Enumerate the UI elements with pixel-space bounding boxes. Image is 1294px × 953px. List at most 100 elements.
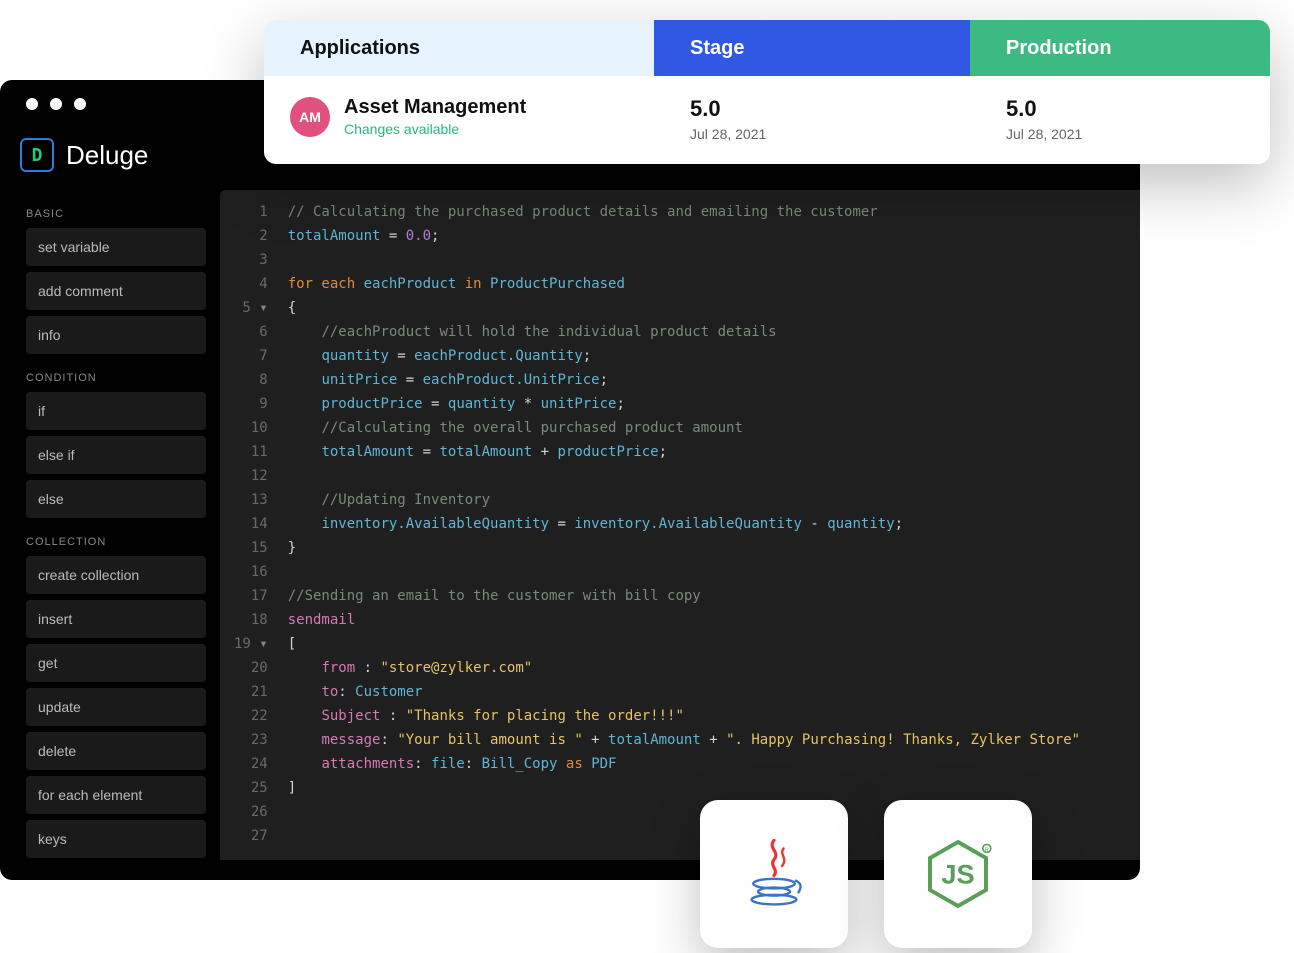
node-card[interactable]: JS R — [884, 800, 1032, 948]
brand-icon: D — [20, 138, 54, 172]
sidebar-item-get[interactable]: get — [26, 644, 206, 682]
sidebar-item-insert[interactable]: insert — [26, 600, 206, 638]
line-number: 11 — [234, 440, 268, 464]
app-name: Asset Management — [344, 96, 526, 119]
traffic-light-max-icon[interactable] — [74, 98, 86, 110]
line-number: 26 — [234, 800, 268, 824]
deployment-header: Applications Stage Production — [264, 20, 1270, 76]
line-number: 25 — [234, 776, 268, 800]
java-icon — [734, 834, 814, 914]
header-applications: Applications — [264, 20, 654, 76]
editor-body: BASICset variableadd commentinfoCONDITIO… — [0, 190, 1140, 860]
stage-cell: 5.0 Jul 28, 2021 — [654, 96, 970, 142]
line-number: 14 — [234, 512, 268, 536]
header-stage: Stage — [654, 20, 970, 76]
line-number: 27 — [234, 824, 268, 848]
line-number: 16 — [234, 560, 268, 584]
code-line[interactable]: to: Customer — [288, 680, 1080, 704]
code-line[interactable] — [288, 464, 1080, 488]
brand-name: Deluge — [66, 140, 148, 171]
line-number: 15 — [234, 536, 268, 560]
line-number: 3 — [234, 248, 268, 272]
code-line[interactable] — [288, 248, 1080, 272]
code-line[interactable]: attachments: file: Bill_Copy as PDF — [288, 752, 1080, 776]
java-card[interactable] — [700, 800, 848, 948]
line-number: 24 — [234, 752, 268, 776]
code-line[interactable]: for each eachProduct in ProductPurchased — [288, 272, 1080, 296]
line-number: 5 — [234, 296, 268, 320]
line-number: 4 — [234, 272, 268, 296]
production-version: 5.0 — [1006, 96, 1270, 122]
sidebar: BASICset variableadd commentinfoCONDITIO… — [0, 190, 220, 860]
code-line[interactable]: //Updating Inventory — [288, 488, 1080, 512]
code-line[interactable]: sendmail — [288, 608, 1080, 632]
code-line[interactable]: //Sending an email to the customer with … — [288, 584, 1080, 608]
line-number: 9 — [234, 392, 268, 416]
sidebar-section-title: COLLECTION — [26, 536, 206, 548]
line-number: 6 — [234, 320, 268, 344]
code-line[interactable]: message: "Your bill amount is " + totalA… — [288, 728, 1080, 752]
sidebar-item-delete[interactable]: delete — [26, 732, 206, 770]
sidebar-item-if[interactable]: if — [26, 392, 206, 430]
code-content[interactable]: // Calculating the purchased product det… — [276, 190, 1092, 860]
deployment-card: Applications Stage Production AM Asset M… — [264, 20, 1270, 164]
line-number: 1 — [234, 200, 268, 224]
line-number: 22 — [234, 704, 268, 728]
stage-date: Jul 28, 2021 — [690, 126, 970, 142]
code-line[interactable]: //eachProduct will hold the individual p… — [288, 320, 1080, 344]
app-badge: AM — [290, 97, 330, 137]
svg-text:JS: JS — [941, 859, 974, 890]
line-number: 2 — [234, 224, 268, 248]
line-number: 8 — [234, 368, 268, 392]
line-number: 20 — [234, 656, 268, 680]
code-line[interactable]: //Calculating the overall purchased prod… — [288, 416, 1080, 440]
application-cell: AM Asset Management Changes available — [264, 96, 654, 137]
sidebar-item-keys[interactable]: keys — [26, 820, 206, 858]
editor-window: D Deluge BASIC set variable add comment inf… — [0, 80, 1140, 880]
code-line[interactable]: unitPrice = eachProduct.UnitPrice; — [288, 368, 1080, 392]
code-editor[interactable]: 1234567891011121314151617181920212223242… — [220, 190, 1140, 860]
code-line[interactable]: inventory.AvailableQuantity = inventory.… — [288, 512, 1080, 536]
code-line[interactable]: } — [288, 536, 1080, 560]
production-date: Jul 28, 2021 — [1006, 126, 1270, 142]
code-line[interactable]: // Calculating the purchased product det… — [288, 200, 1080, 224]
code-line[interactable] — [288, 560, 1080, 584]
code-line[interactable]: totalAmount = 0.0; — [288, 224, 1080, 248]
sidebar-section-title: BASIC — [26, 208, 206, 220]
sidebar-item-for-each-element[interactable]: for each element — [26, 776, 206, 814]
app-status: Changes available — [344, 121, 526, 137]
line-number: 19 — [234, 632, 268, 656]
line-number: 23 — [234, 728, 268, 752]
sidebar-item-set-variable[interactable]: set variable — [26, 228, 206, 266]
sidebar-item-info[interactable]: info — [26, 316, 206, 354]
line-gutter: 1234567891011121314151617181920212223242… — [220, 190, 276, 860]
svg-text:R: R — [985, 848, 989, 854]
line-number: 12 — [234, 464, 268, 488]
code-line[interactable]: productPrice = quantity * unitPrice; — [288, 392, 1080, 416]
line-number: 21 — [234, 680, 268, 704]
line-number: 7 — [234, 344, 268, 368]
production-cell: 5.0 Jul 28, 2021 — [970, 96, 1270, 142]
code-line[interactable]: from : "store@zylker.com" — [288, 656, 1080, 680]
traffic-light-close-icon[interactable] — [26, 98, 38, 110]
line-number: 13 — [234, 488, 268, 512]
sidebar-item-create-collection[interactable]: create collection — [26, 556, 206, 594]
sidebar-item-else[interactable]: else — [26, 480, 206, 518]
nodejs-icon: JS R — [918, 834, 998, 914]
code-line[interactable]: [ — [288, 632, 1080, 656]
code-line[interactable]: totalAmount = totalAmount + productPrice… — [288, 440, 1080, 464]
code-line[interactable]: quantity = eachProduct.Quantity; — [288, 344, 1080, 368]
traffic-light-min-icon[interactable] — [50, 98, 62, 110]
sidebar-item-else-if[interactable]: else if — [26, 436, 206, 474]
line-number: 18 — [234, 608, 268, 632]
sidebar-item-update[interactable]: update — [26, 688, 206, 726]
header-production: Production — [970, 20, 1270, 76]
line-number: 17 — [234, 584, 268, 608]
deployment-row[interactable]: AM Asset Management Changes available 5.… — [264, 76, 1270, 164]
code-line[interactable]: { — [288, 296, 1080, 320]
line-number: 10 — [234, 416, 268, 440]
sidebar-item-add-comment[interactable]: add comment — [26, 272, 206, 310]
stage-version: 5.0 — [690, 96, 970, 122]
code-line[interactable]: ] — [288, 776, 1080, 800]
code-line[interactable]: Subject : "Thanks for placing the order!… — [288, 704, 1080, 728]
